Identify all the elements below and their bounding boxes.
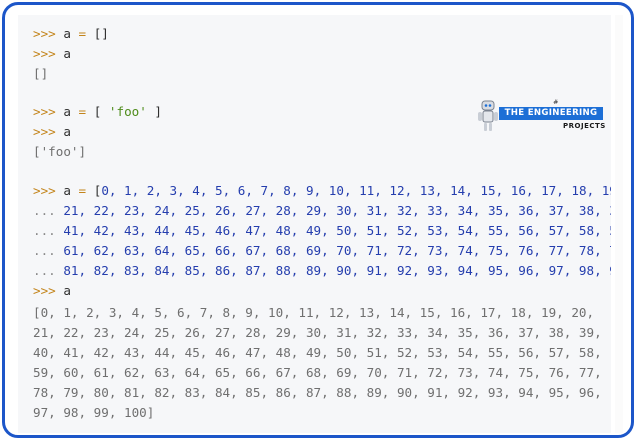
code-line-5: >>> a xyxy=(33,122,71,142)
code-line-4: >>> a = [ 'foo' ] xyxy=(33,102,162,122)
code-line-12: >>> a xyxy=(33,281,71,301)
screenshot-frame: >>> a = [] >>> a [] >>> a = [ 'foo' ] >>… xyxy=(2,2,634,438)
prompt: >>> xyxy=(33,283,56,298)
code-output-1: [] xyxy=(33,66,49,81)
prompt: >>> xyxy=(33,26,56,41)
list-output-line: [0, 1, 2, 3, 4, 5, 6, 7, 8, 9, 10, 11, 1… xyxy=(33,305,595,320)
prompt: >>> xyxy=(33,124,56,139)
vertical-scrollbar[interactable] xyxy=(611,15,627,433)
logo-title: THE ENGINEERING xyxy=(499,107,603,120)
list-output-line: 78, 79, 80, 81, 82, 83, 84, 85, 86, 87, … xyxy=(33,385,602,400)
code-line-10: ... 61, 62, 63, 64, 65, 66, 67, 68, 69, … xyxy=(33,241,611,261)
number-sequence: 81, 82, 83, 84, 85, 86, 87, 88, 89, 90, … xyxy=(63,263,611,278)
code-output-2: ['foo'] xyxy=(33,144,87,159)
prompt: >>> xyxy=(33,183,56,198)
variable: a xyxy=(63,124,71,139)
continuation-prompt: ... xyxy=(33,203,56,218)
variable: a xyxy=(63,104,71,119)
watermark-logo: # technopreneur THE ENGINEERING PROJECTS xyxy=(477,95,607,135)
operator: = xyxy=(78,183,87,198)
code-line-7: >>> a = [0, 1, 2, 3, 4, 5, 6, 7, 8, 9, 1… xyxy=(33,181,611,201)
variable: a xyxy=(63,46,71,61)
list-output-line: 59, 60, 61, 62, 63, 64, 65, 66, 67, 68, … xyxy=(33,365,602,380)
list-output-line: 40, 41, 42, 43, 44, 45, 46, 47, 48, 49, … xyxy=(33,345,602,360)
continuation-prompt: ... xyxy=(33,263,56,278)
variable: a xyxy=(63,26,71,41)
operator: = xyxy=(78,26,87,41)
code-line-9: ... 41, 42, 43, 44, 45, 46, 47, 48, 49, … xyxy=(33,221,611,241)
code-line-8: ... 21, 22, 23, 24, 25, 26, 27, 28, 29, … xyxy=(33,201,611,221)
robot-icon xyxy=(478,100,498,131)
number-sequence: 21, 22, 23, 24, 25, 26, 27, 28, 29, 30, … xyxy=(63,203,611,218)
string-literal: 'foo' xyxy=(108,104,147,119)
bracket: [ xyxy=(93,104,102,119)
code-block: >>> a = [] >>> a [] >>> a = [ 'foo' ] >>… xyxy=(18,15,611,433)
prompt: >>> xyxy=(33,46,56,61)
continuation-prompt: ... xyxy=(33,243,56,258)
prompt: >>> xyxy=(33,104,56,119)
number-sequence: 0, 1, 2, 3, 4, 5, 6, 7, 8, 9, 10, 11, 12… xyxy=(101,183,611,198)
bracket: ] xyxy=(154,104,163,119)
variable: a xyxy=(63,183,71,198)
number-sequence: 41, 42, 43, 44, 45, 46, 47, 48, 49, 50, … xyxy=(63,223,611,238)
empty-list: [] xyxy=(93,26,109,41)
list-output-line: 97, 98, 99, 100] xyxy=(33,405,155,420)
continuation-prompt: ... xyxy=(33,223,56,238)
code-line-1: >>> a = [] xyxy=(33,24,109,44)
list-output-line: 21, 22, 23, 24, 25, 26, 27, 28, 29, 30, … xyxy=(33,325,602,340)
logo-subtitle: PROJECTS xyxy=(563,122,606,130)
variable: a xyxy=(63,283,71,298)
operator: = xyxy=(78,104,87,119)
code-line-2: >>> a xyxy=(33,44,71,64)
code-line-11: ... 81, 82, 83, 84, 85, 86, 87, 88, 89, … xyxy=(33,261,611,281)
scrollbar-track[interactable] xyxy=(615,15,623,433)
number-sequence: 61, 62, 63, 64, 65, 66, 67, 68, 69, 70, … xyxy=(63,243,611,258)
